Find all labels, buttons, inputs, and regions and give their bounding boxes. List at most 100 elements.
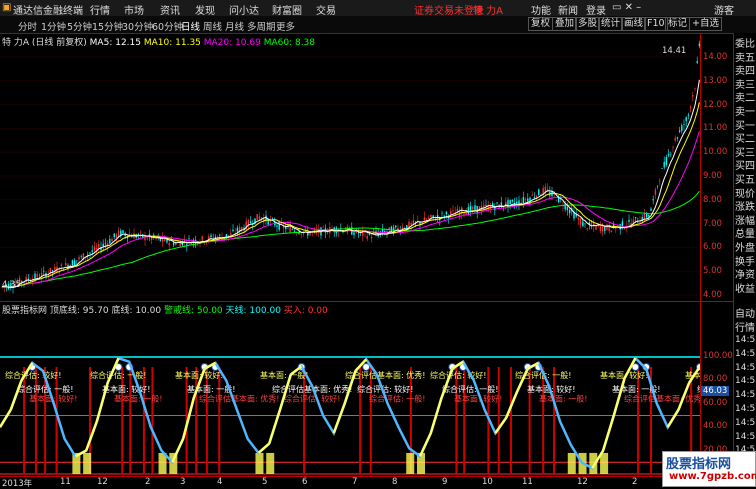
candle-body [139,232,142,234]
menu-trade[interactable]: 交易 [316,2,336,17]
candle-body [104,243,107,245]
date-tick: 9 [442,477,448,487]
indicator-annotation: 基本面: 较好! [102,384,150,394]
indicator-annotation: 综合评估: 一般! [90,370,146,380]
candle-body [634,217,637,218]
period-tick[interactable]: 分时 [18,19,37,33]
period-month[interactable]: 月线 [225,19,244,33]
price-tick: 5.00 [703,266,722,277]
legend-ma10: MA10: 11.35 [143,38,201,48]
menu-discover[interactable]: 发现 [195,2,215,17]
menu-ask[interactable]: 问小达 [229,2,259,17]
adjust-button[interactable]: 复权 [528,17,554,31]
candle-body [676,137,679,139]
candle-body [674,138,676,141]
candle-body [304,228,307,230]
overlay-button[interactable]: 叠加 [552,17,578,31]
period-multi[interactable]: 多周期 [247,19,276,33]
candle-body [648,214,650,217]
legend-sky: 天线: 100.00 [225,306,281,316]
menu-news[interactable]: 资讯 [160,2,180,17]
signal-bar [553,367,556,474]
tick-time: 14:5 [735,335,756,345]
candle-body [428,217,430,220]
date-tick: 7 [352,477,358,487]
auto-quote-label[interactable]: 行情 [735,319,755,334]
candle-body [474,205,476,210]
app-title: 通达信金融终端 [13,6,83,17]
stats-button[interactable]: 统计 [598,17,624,31]
mark-button[interactable]: 标记 [665,17,691,31]
menu-market[interactable]: 市场 [124,2,144,17]
signal-bar [637,367,640,474]
candle-body [91,250,93,252]
indicator-annotation: 综合评估基本面: 优秀! [345,370,425,380]
ma5-line [1,79,700,289]
quote-panel: 委比 卖五 卖四 卖三 卖二 卖一 买一 买二 买三 买四 买五 现价 涨跌 涨幅 总量 外盘 换手 净资 收益 自动… [733,33,756,487]
legend-type: (日线 前复权) [31,38,87,48]
candle-body [659,180,661,182]
legend-indicator-name: 股票指标网 [2,306,48,316]
candle-body [509,199,511,205]
menu-login[interactable]: 登录 [586,2,606,17]
current-value-badge: 46.03 [701,386,730,396]
period-week[interactable]: 周线 [203,19,222,33]
legend-ma5: MA5: 12.15 [89,38,141,48]
candle-body [430,214,432,218]
price-tick: 6.00 [703,242,722,253]
candle-body [78,257,80,260]
signal-bar [55,367,58,474]
candle-body [291,229,294,230]
menu-wealth[interactable]: 财富圈 [272,2,302,17]
period-15min[interactable]: 15分钟 [92,19,123,33]
indicator-chart[interactable]: 综合评估: 较好! 综合评估: 一般! 基本面: 较好! 综合评估: 一般! 基本面: … [0,301,700,476]
candle-body [89,252,91,254]
menu-function[interactable]: 功能 [531,2,551,17]
indicator-annotation: 基本面: 一般! [260,370,308,380]
menu-headlines[interactable]: 新闻 [558,2,578,17]
legend-ma20: MA20: 10.69 [203,38,261,48]
price-tick: 7.00 [703,218,722,229]
candle-body [34,273,36,279]
candle-body [577,217,580,220]
candle-body [542,188,544,194]
candle-body [188,238,190,240]
menu-quotes[interactable]: 行情 [90,2,110,17]
tick-time: 14:5 [735,376,756,387]
multi-stock-button[interactable]: 多股 [575,17,601,31]
candle-body [586,228,588,230]
period-more[interactable]: 更多 [276,19,295,33]
period-60min[interactable]: 60分钟 [152,19,183,33]
watermark-box: 股票指标网 www.7gpzb.com [662,451,756,487]
period-1min[interactable]: 1分钟 [41,19,66,33]
signal-bar [121,367,124,474]
candle-body [553,193,555,195]
menu-guest[interactable]: 游客 [714,2,734,17]
signal-bar [463,367,466,474]
draw-button[interactable]: 画线 [621,17,647,31]
date-tick: 8 [392,477,398,487]
add-watchlist-button[interactable]: +自选 [689,17,722,31]
period-5min[interactable]: 5分钟 [67,19,92,33]
candle-body [285,226,287,230]
bottom-bar [406,452,415,474]
legend-bottom-line: 顶底线: 95.70 [49,306,109,316]
indicator-annotation: 综合评估: 一般! [17,384,73,394]
ma10-line [1,102,700,288]
period-30min[interactable]: 30分钟 [122,19,153,33]
price-tick: 10.00 [703,147,728,158]
candle-body [637,222,639,224]
auto-quote-label[interactable]: 自动 [735,305,755,320]
tick-time: 14:5 [735,431,756,442]
window-controls[interactable]: ▭ ✕ – [612,2,641,13]
candle-body [109,239,111,244]
signal-bar [34,367,37,474]
candle-body [249,221,252,224]
candle-body [615,227,617,230]
candle-body [610,230,613,233]
price-chart[interactable]: 特 力A (日线 前复权) MA5: 12.15 MA10: 11.35 MA2… [0,33,700,301]
ma20-line [1,131,700,288]
period-day[interactable]: 日线 [181,19,200,33]
candle-body [546,189,549,191]
indicator-annotation: 综合评估: 一般! [442,384,498,394]
